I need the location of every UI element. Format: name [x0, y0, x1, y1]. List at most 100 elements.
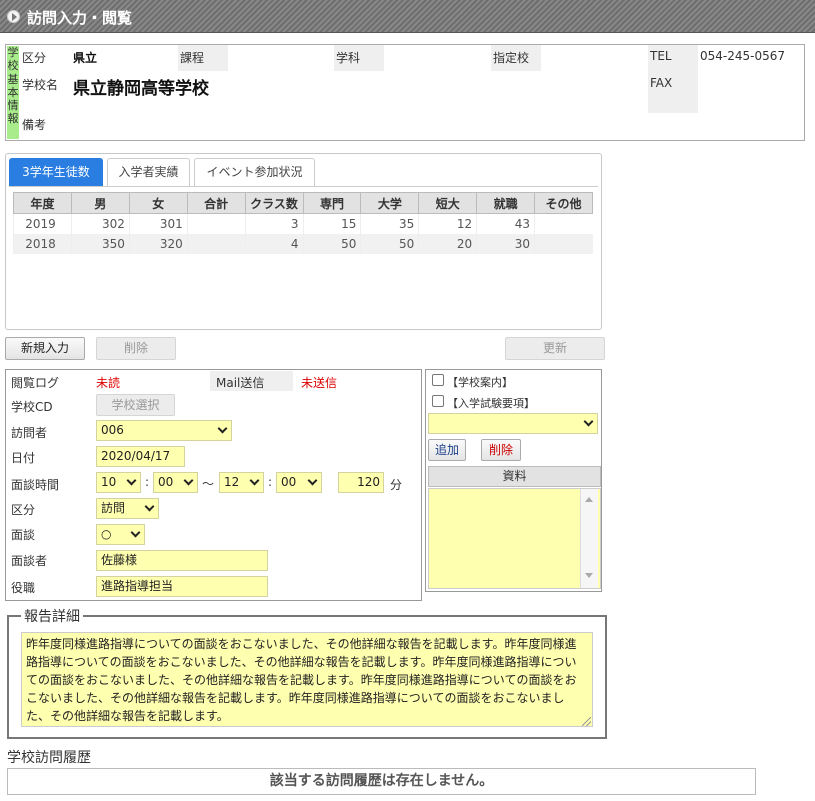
katei-label: 課程: [180, 51, 205, 65]
table-cell: 301: [128, 213, 188, 234]
interviewee-input[interactable]: 佐藤様: [96, 550, 268, 571]
stats-header-row: 年度 男 女 合計 クラス数 専門 大学 短大 就職 その他: [13, 192, 593, 214]
school-cd-label: 学校CD: [11, 400, 53, 414]
chevron-down-icon: [217, 423, 228, 434]
col-header: 男: [70, 192, 130, 214]
tab-3rd-grade-students[interactable]: 3学年生徒数: [9, 158, 103, 186]
view-log-status: 未読: [96, 376, 121, 390]
col-header: クラス数: [244, 192, 304, 214]
new-entry-button[interactable]: 新規入力: [5, 337, 85, 360]
gakka-label: 学科: [336, 51, 361, 65]
end-hour-select[interactable]: 12: [219, 472, 264, 493]
chevron-down-icon: [249, 475, 260, 486]
chevron-down-icon: [144, 501, 155, 512]
note-label: 備考: [22, 118, 47, 132]
exam-guide-label: 【入学試験要項】: [447, 397, 535, 410]
resize-handle-icon[interactable]: [582, 717, 591, 726]
end-minute-select[interactable]: 00: [276, 472, 322, 493]
table-cell: 50: [360, 233, 419, 254]
stats-table: 年度 男 女 合計 クラス数 専門 大学 短大 就職 その他 2019 302 …: [13, 192, 593, 254]
school-name-value: 県立静岡高等学校: [73, 79, 209, 99]
mail-status: 未送信: [301, 376, 338, 390]
col-header: 専門: [302, 192, 362, 214]
mendan-select[interactable]: ○: [96, 524, 145, 545]
kubun-label: 区分: [22, 51, 47, 65]
col-header: 就職: [476, 192, 536, 214]
position-input[interactable]: 進路指導担当: [96, 576, 268, 597]
minute-unit: 分: [390, 478, 403, 492]
kubun-select[interactable]: 訪問: [96, 498, 159, 519]
col-header: 年度: [13, 192, 72, 214]
chevron-down-icon: [130, 527, 141, 538]
col-header: その他: [534, 192, 593, 214]
table-cell: 20: [418, 233, 477, 254]
fax-label: FAX: [650, 76, 673, 90]
table-cell: [534, 213, 593, 234]
table-cell: 350: [70, 233, 130, 254]
chevron-down-icon: [183, 475, 194, 486]
time-colon: :: [268, 475, 273, 489]
table-cell: 320: [128, 233, 188, 254]
col-header: 短大: [418, 192, 478, 214]
time-tilde: ～: [202, 477, 215, 491]
mail-label: Mail送信: [216, 376, 265, 390]
col-header: 合計: [186, 192, 246, 214]
date-label: 日付: [11, 451, 36, 465]
tel-label: TEL: [650, 49, 672, 63]
tab-admission-results[interactable]: 入学者実績: [107, 158, 190, 186]
school-guide-checkbox[interactable]: [432, 374, 444, 386]
position-label: 役職: [11, 581, 36, 595]
col-header: 女: [128, 192, 188, 214]
school-name-label: 学校名: [22, 78, 59, 92]
table-cell: 15: [302, 213, 361, 234]
chevron-down-icon: [583, 416, 594, 427]
table-cell: 35: [360, 213, 419, 234]
table-cell: 12: [418, 213, 477, 234]
scroll-down-icon[interactable]: [585, 573, 593, 578]
tab-event-participation[interactable]: イベント参加状況: [194, 158, 315, 186]
chevron-down-icon: [126, 475, 137, 486]
table-cell: 50: [302, 233, 361, 254]
visit-history-empty: 該当する訪問履歴は存在しません。: [7, 768, 756, 795]
date-input[interactable]: 2020/04/17: [96, 446, 185, 467]
duration-input[interactable]: 120: [338, 472, 384, 493]
shiteiko-label: 指定校: [493, 51, 530, 65]
materials-select[interactable]: [428, 413, 598, 434]
table-cell: 3: [244, 213, 303, 234]
table-cell: [186, 213, 246, 234]
mendan-label: 面談: [11, 528, 36, 542]
table-cell: 30: [476, 233, 535, 254]
table-cell: 43: [476, 213, 535, 234]
visitor-select[interactable]: 006: [96, 420, 232, 441]
materials-list[interactable]: [428, 488, 601, 589]
play-circle-icon: [7, 10, 20, 23]
table-row: 2019 302 301 3 15 35 12 43: [13, 213, 593, 234]
delete-button[interactable]: 削除: [96, 337, 176, 360]
interviewee-label: 面談者: [11, 554, 48, 568]
school-info-vertical-label: 学 校 基 本 情 報: [7, 46, 19, 139]
school-basic-info: 学 校 基 本 情 報 区分 県立 課程 学科 指定校 TEL 054-245-…: [5, 44, 805, 141]
scroll-up-icon[interactable]: [585, 497, 593, 502]
kubun-form-label: 区分: [11, 503, 36, 517]
delete-material-button[interactable]: 削除: [481, 439, 521, 461]
visit-history-title: 学校訪問履歴: [7, 750, 91, 766]
exam-guide-checkbox[interactable]: [432, 395, 444, 407]
view-log-label: 閲覧ログ: [11, 376, 60, 390]
school-select-button[interactable]: 学校選択: [96, 394, 175, 416]
col-header: 大学: [360, 192, 420, 214]
table-cell: 302: [70, 213, 130, 234]
kubun-value: 県立: [73, 51, 98, 65]
table-cell: [534, 233, 593, 254]
interview-time-label: 面談時間: [11, 478, 60, 492]
report-detail-textarea[interactable]: 昨年度同様進路指導についての面談をおこないました、その他詳細な報告を記載します。…: [21, 632, 593, 727]
start-hour-select[interactable]: 10: [96, 472, 141, 493]
update-button[interactable]: 更新: [505, 337, 605, 360]
add-material-button[interactable]: 追加: [428, 439, 466, 461]
time-colon: :: [145, 475, 150, 489]
table-row: 2018 350 320 4 50 50 20 30: [13, 233, 593, 254]
page-title: 訪問入力・閲覧: [27, 9, 133, 27]
table-cell: 2018: [13, 233, 72, 254]
start-minute-select[interactable]: 00: [153, 472, 198, 493]
table-cell: [186, 233, 246, 254]
tab-divider: [9, 186, 598, 187]
